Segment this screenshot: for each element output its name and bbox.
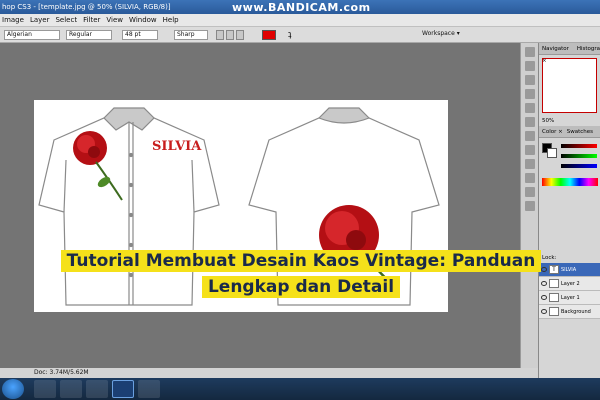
text-color-swatch[interactable] <box>262 30 276 40</box>
options-bar: Algerian Regular 48 pt Sharp ʇ Workspace… <box>0 27 600 43</box>
eye-icon[interactable] <box>541 309 547 314</box>
font-style-select[interactable]: Regular <box>66 30 112 40</box>
menu-layer[interactable]: Layer <box>30 14 50 26</box>
document-workspace: SILVIA <box>0 43 538 368</box>
menu-window[interactable]: Window <box>129 14 157 26</box>
navigator-thumbnail[interactable] <box>542 58 597 113</box>
menu-filter[interactable]: Filter <box>83 14 100 26</box>
lasso-tool-icon[interactable] <box>525 75 535 85</box>
banner-line-1: Tutorial Membuat Desain Kaos Vintage: Pa… <box>60 250 542 272</box>
menu-image[interactable]: Image <box>2 14 24 26</box>
layer-row[interactable]: Background <box>539 305 600 319</box>
gradient-tool-icon[interactable] <box>525 145 535 155</box>
color-panel <box>539 138 600 193</box>
tools-panel <box>520 43 538 368</box>
navigator-zoom[interactable]: 50% <box>539 116 600 126</box>
stamp-tool-icon[interactable] <box>525 117 535 127</box>
start-button[interactable] <box>2 379 24 399</box>
tab-color[interactable]: Color × <box>542 126 563 137</box>
firefox-taskbar-icon[interactable] <box>86 380 108 398</box>
menu-select[interactable]: Select <box>55 14 77 26</box>
blue-slider[interactable] <box>561 164 597 168</box>
workspace-menu[interactable]: Workspace ▾ <box>422 30 460 37</box>
banner-line-2: Lengkap dan Detail <box>201 276 401 298</box>
hand-tool-icon[interactable] <box>525 187 535 197</box>
tab-navigator[interactable]: Navigator × <box>542 43 573 64</box>
silvia-text: SILVIA <box>152 139 202 154</box>
align-left-button[interactable] <box>216 30 224 40</box>
move-tool-icon[interactable] <box>525 47 535 57</box>
explorer-taskbar-icon[interactable] <box>34 380 56 398</box>
layer-name: Background <box>561 308 591 315</box>
menu-view[interactable]: View <box>106 14 123 26</box>
navigator-tabs: Navigator × Histogra <box>539 43 600 64</box>
panel-spacer <box>539 193 600 253</box>
photoshop-taskbar-icon[interactable] <box>112 380 134 398</box>
green-slider[interactable] <box>561 154 597 158</box>
crop-tool-icon[interactable] <box>525 89 535 99</box>
tab-swatches[interactable]: Swatches <box>567 126 593 137</box>
antialias-select[interactable]: Sharp <box>174 30 208 40</box>
windows-taskbar <box>0 378 600 400</box>
app-taskbar-icon[interactable] <box>138 380 160 398</box>
media-taskbar-icon[interactable] <box>60 380 82 398</box>
layer-thumbnail <box>549 307 559 316</box>
menu-bar: Image Layer Select Filter View Window He… <box>0 14 600 27</box>
zoom-tool-icon[interactable] <box>525 201 535 211</box>
window-title: hop CS3 - [template.jpg @ 50% (SILVIA, R… <box>2 3 171 11</box>
font-size-select[interactable]: 48 pt <box>122 30 158 40</box>
doc-size-readout: Doc: 3.74M/5.62M <box>34 369 89 376</box>
brush-tool-icon[interactable] <box>525 103 535 113</box>
color-spectrum[interactable] <box>542 178 598 186</box>
text-tool-icon[interactable] <box>525 159 535 169</box>
align-center-button[interactable] <box>226 30 234 40</box>
color-tabs: Color × Swatches <box>539 126 600 138</box>
tutorial-title-banner: Tutorial Membuat Desain Kaos Vintage: Pa… <box>28 248 574 300</box>
background-color-swatch[interactable] <box>547 148 557 158</box>
red-slider[interactable] <box>561 144 597 148</box>
menu-help[interactable]: Help <box>163 14 179 26</box>
status-bar: Doc: 3.74M/5.62M <box>0 368 538 378</box>
eraser-tool-icon[interactable] <box>525 131 535 141</box>
align-right-button[interactable] <box>236 30 244 40</box>
tab-histogram[interactable]: Histogra <box>577 43 600 54</box>
bandicam-watermark: www.BANDICAM.com <box>232 1 371 14</box>
warp-text-icon[interactable]: ʇ <box>288 30 296 40</box>
right-panels: Navigator × Histogra 50% Color × Swatche… <box>538 43 600 378</box>
marquee-tool-icon[interactable] <box>525 61 535 71</box>
pen-tool-icon[interactable] <box>525 173 535 183</box>
font-family-select[interactable]: Algerian <box>4 30 60 40</box>
